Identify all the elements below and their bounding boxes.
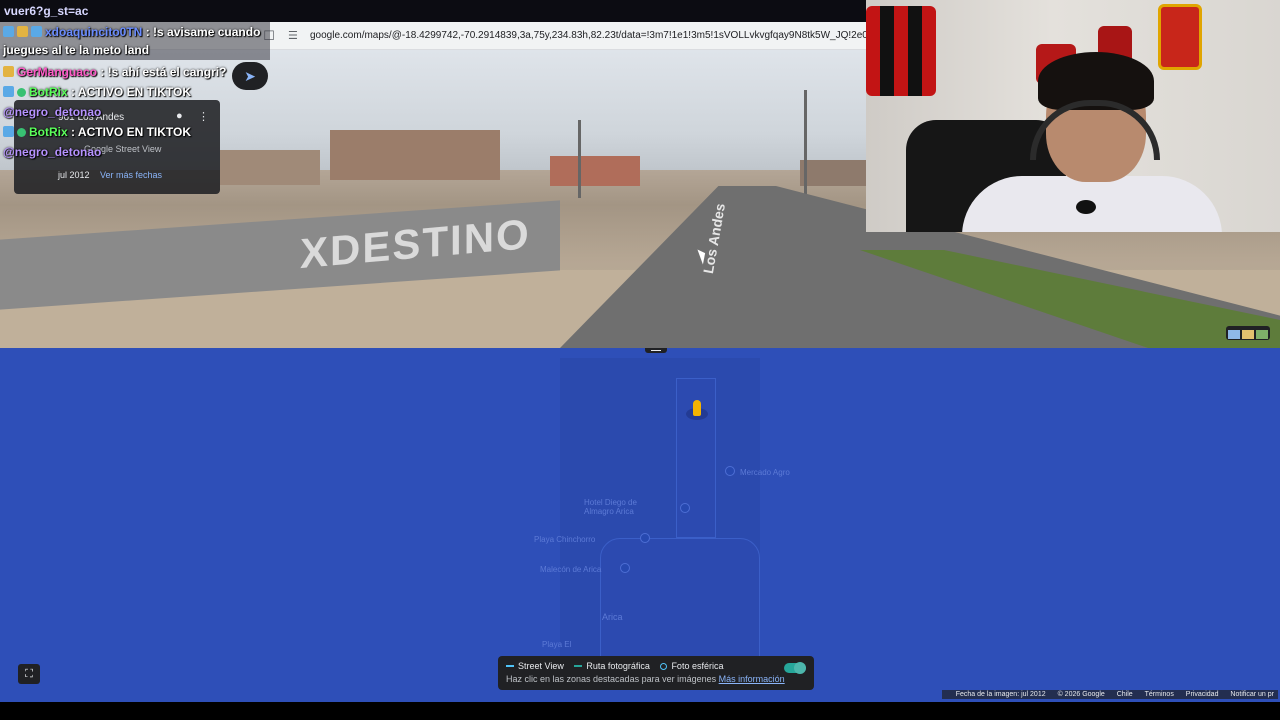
map-footer-links: Fecha de la imagen: jul 2012 © 2026 Goog… [941, 690, 1278, 699]
layers-thumbnail[interactable] [1226, 326, 1270, 340]
directions-icon[interactable]: ➤ [232, 62, 268, 90]
chat-mention: @negro_detonao [3, 145, 102, 159]
map-label: Playa Chinchorro [534, 535, 596, 544]
bot-badge-icon [3, 126, 14, 137]
country-link[interactable]: Chile [1117, 691, 1133, 698]
chat-message: GerManguaco : !s ahí está el cangri? [0, 62, 270, 82]
building [330, 130, 500, 180]
chat-username: BotRix [29, 85, 68, 99]
chat-message: BotRix : ACTIVO EN TIKTOK [0, 82, 270, 102]
chat-username: GerManguaco [17, 65, 98, 79]
microphone-icon [1076, 200, 1096, 214]
street-view-legend: Street View Ruta fotográfica Foto esféri… [498, 656, 814, 690]
chat-username: xdoaquincito0TN [45, 25, 143, 39]
chat-text: : ACTIVO EN TIKTOK [71, 125, 192, 139]
street-light-pole [804, 90, 807, 210]
subscriber-badge-icon [3, 66, 14, 77]
poi-icon[interactable] [620, 563, 630, 573]
legend-spherical-photo: Foto esférica [660, 661, 723, 671]
map-label: Malecón de Arica [540, 565, 602, 574]
privacy-link[interactable]: Privacidad [1186, 691, 1219, 698]
legend-street-view: Street View [506, 661, 564, 671]
map-label: Arica [602, 612, 623, 622]
bottom-bar [0, 702, 1280, 720]
legend-photo-route: Ruta fotográfica [574, 661, 650, 671]
building [800, 160, 866, 186]
chat-message: @negro_detonao [0, 102, 270, 122]
verified-badge-icon [31, 26, 42, 37]
map-view[interactable]: Mercado Agro Playa Chinchorro Hotel Dieg… [0, 348, 1280, 700]
image-date: Fecha de la imagen: jul 2012 [955, 691, 1046, 698]
street-view-layer-toggle[interactable] [784, 662, 806, 674]
legend-hint: Haz clic en las zonas destacadas para ve… [506, 674, 785, 684]
poi-icon[interactable] [725, 466, 735, 476]
see-more-dates-link[interactable]: Ver más fechas [100, 170, 162, 180]
chat-text: : !s ahí está el cangri? [100, 65, 227, 79]
football-jersey [866, 6, 936, 96]
url-fragment-strip: vuer6?g_st=ac [0, 0, 866, 22]
map-label: Mercado Agro [740, 468, 790, 477]
capture-date: jul 2012 [58, 170, 90, 180]
building [550, 156, 640, 186]
copyright: © 2026 Google [1057, 691, 1105, 698]
chat-text: : ACTIVO EN TIKTOK [71, 85, 192, 99]
verified-badge-icon [17, 128, 26, 137]
poi-icon[interactable] [680, 503, 690, 513]
panel-resize-handle[interactable] [645, 348, 667, 353]
street-light-pole [578, 120, 581, 198]
url-field[interactable]: google.com/maps/@-18.4299742,-70.2914839… [310, 22, 866, 50]
bot-badge-icon [3, 86, 14, 97]
stream-chat-overlay: xdoaquincito0TN : !s avisame cuando jueg… [0, 22, 270, 162]
map-label: Hotel Diego de Almagro Arica [584, 498, 637, 516]
subscriber-badge-icon [3, 26, 14, 37]
fullscreen-icon[interactable]: ⛶ [18, 664, 40, 684]
poi-icon[interactable] [640, 533, 650, 543]
club-pennant [1158, 4, 1202, 70]
gift-badge-icon [17, 26, 28, 37]
report-link[interactable]: Notificar un pr [1230, 691, 1274, 698]
more-info-link[interactable]: Más información [719, 674, 785, 684]
chat-message: BotRix : ACTIVO EN TIKTOK [0, 122, 270, 142]
chat-message: @negro_detonao [0, 142, 270, 162]
terms-link[interactable]: Términos [1145, 691, 1174, 698]
chat-message: xdoaquincito0TN : !s avisame cuando jueg… [0, 22, 270, 60]
pegman-icon[interactable] [693, 400, 701, 416]
chat-username: BotRix [29, 125, 68, 139]
map-label: Playa El [542, 640, 572, 649]
stream-screen: vuer6?g_st=ac ☐ ☰ google.com/maps/@-18.4… [0, 0, 1280, 720]
streamer-webcam [866, 0, 1280, 232]
chat-mention: @negro_detonao [3, 105, 102, 119]
tune-icon[interactable]: ☰ [288, 28, 302, 44]
verified-badge-icon [17, 88, 26, 97]
